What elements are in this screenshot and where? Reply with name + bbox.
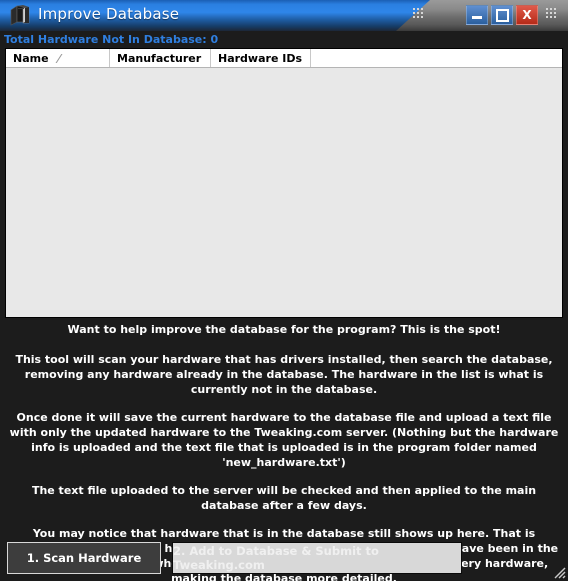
button-row: 1. Scan Hardware 2. Add to Database & Su… xyxy=(0,535,568,581)
resize-grip-icon[interactable] xyxy=(550,563,566,579)
column-header-name[interactable]: Name / xyxy=(6,49,110,67)
info-headline: Want to help improve the database for th… xyxy=(67,323,501,336)
column-header-hardware-ids[interactable]: Hardware IDs xyxy=(211,49,311,67)
list-body-empty[interactable] xyxy=(6,68,562,316)
sort-ascending-icon: / xyxy=(54,51,63,65)
info-paragraph-1: This tool will scan your hardware that h… xyxy=(15,353,553,396)
close-button[interactable]: X xyxy=(516,5,538,25)
hardware-list[interactable]: Name / Manufacturer Hardware IDs xyxy=(5,48,563,318)
maximize-icon xyxy=(495,8,509,22)
add-to-database-button: 2. Add to Database & Submit to Tweaking.… xyxy=(172,542,462,574)
titlebar-grip-left-icon xyxy=(413,8,423,18)
column-header-hardware-ids-label: Hardware IDs xyxy=(218,51,302,65)
titlebar-grip-right-icon xyxy=(546,8,556,18)
list-header-row: Name / Manufacturer Hardware IDs xyxy=(6,49,562,68)
column-header-manufacturer[interactable]: Manufacturer xyxy=(110,49,211,67)
column-header-filler[interactable] xyxy=(311,49,562,67)
info-paragraph-3: The text file uploaded to the server wil… xyxy=(31,484,537,512)
window-controls: X xyxy=(466,5,538,25)
window-title: Improve Database xyxy=(38,5,180,23)
improve-database-window: Improve Database X Total Hardware Not In… xyxy=(0,0,568,581)
info-paragraph-2: Once done it will save the current hardw… xyxy=(9,411,559,469)
column-header-name-label: Name xyxy=(13,51,49,65)
close-icon: X xyxy=(522,8,532,22)
title-bar: Improve Database X xyxy=(0,0,568,31)
server-tower-icon xyxy=(10,5,30,26)
minimize-button[interactable] xyxy=(466,5,488,25)
maximize-button[interactable] xyxy=(491,5,513,25)
minimize-icon xyxy=(472,16,482,19)
column-header-manufacturer-label: Manufacturer xyxy=(117,51,202,65)
status-total-hardware: Total Hardware Not In Database: 0 xyxy=(0,31,568,48)
scan-hardware-button[interactable]: 1. Scan Hardware xyxy=(7,542,161,574)
